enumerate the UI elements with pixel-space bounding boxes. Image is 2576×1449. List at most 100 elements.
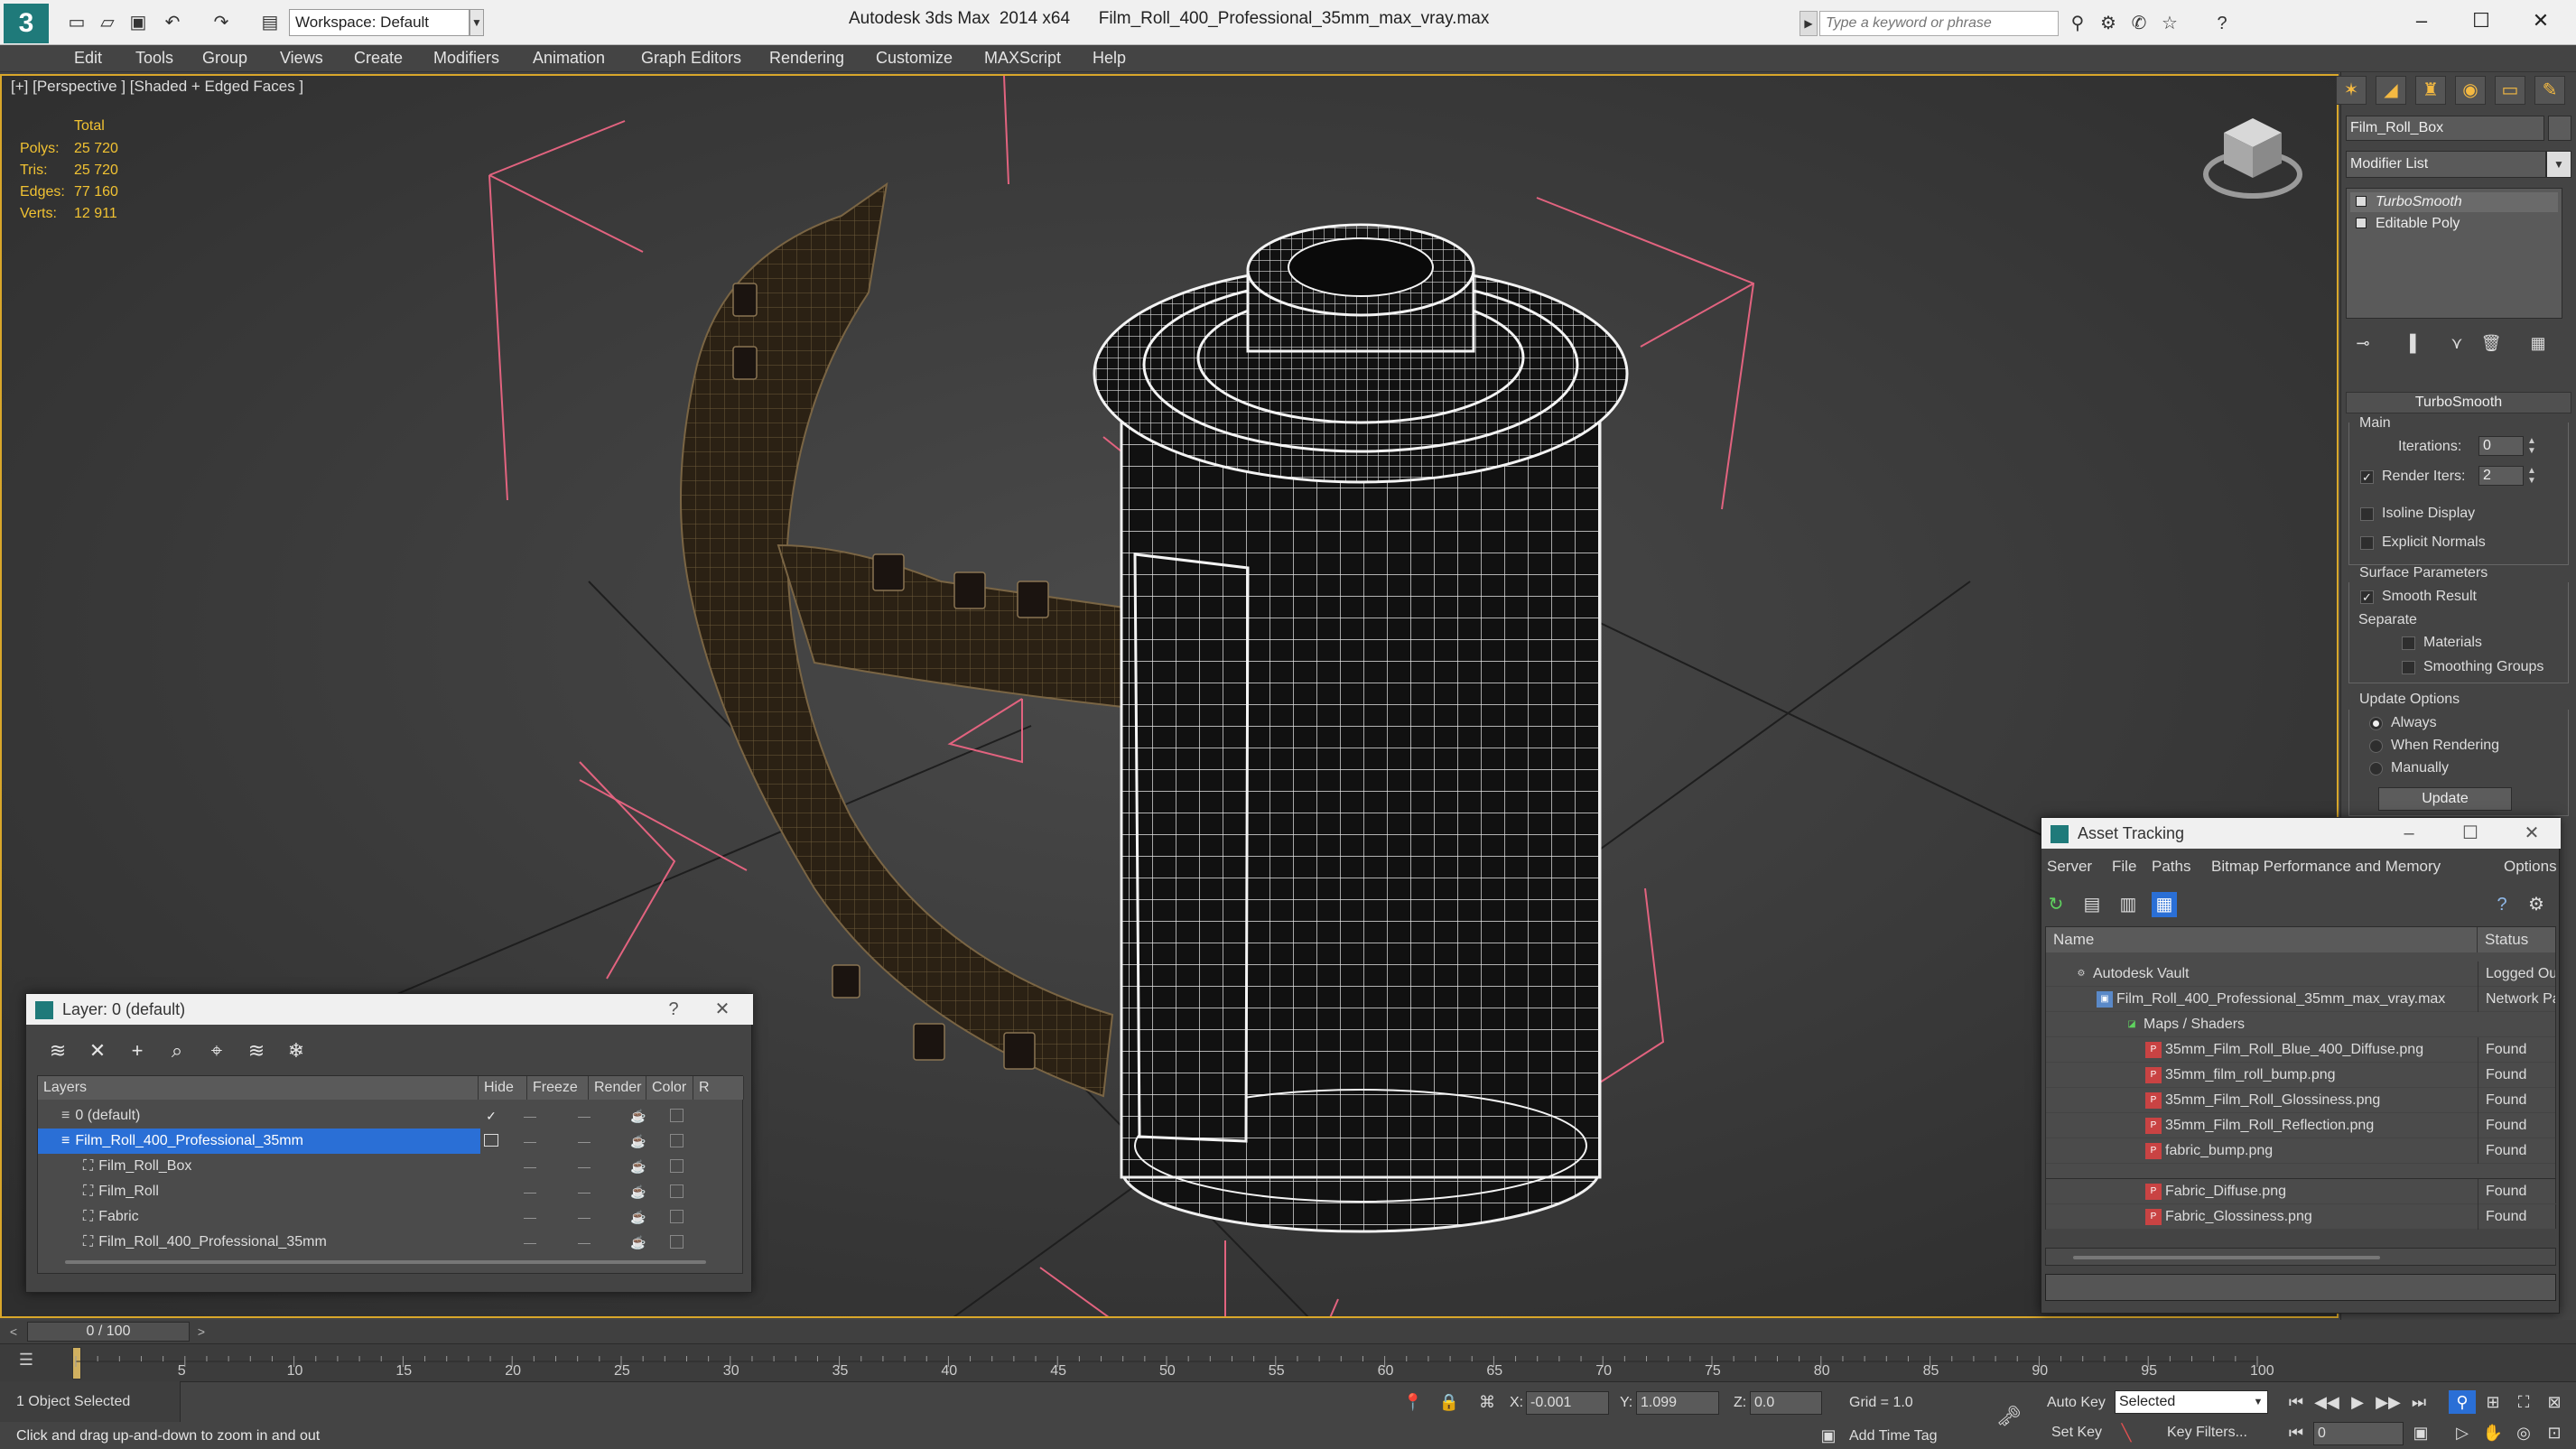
modifier-list-arrow-icon[interactable]: ▼ [2546, 151, 2571, 178]
object-name[interactable]: ⛶ Fabric [38, 1204, 480, 1230]
asset-close-button[interactable]: ✕ [2518, 822, 2545, 845]
redo-icon[interactable]: ↷ [209, 11, 233, 34]
object-color-swatch[interactable] [670, 1159, 684, 1173]
freeze-toggle[interactable]: — [571, 1230, 598, 1255]
asset-menu-file[interactable]: File [2112, 858, 2136, 876]
add-time-tag-icon[interactable]: ▣ [1815, 1424, 1842, 1447]
asset-row[interactable]: P 35mm_Film_Roll_Reflection.png Found [2046, 1113, 2555, 1138]
asset-minimize-button[interactable]: – [2395, 822, 2423, 845]
menu-graph-editors[interactable]: Graph Editors [641, 49, 741, 68]
selection-set-dropdown[interactable]: Selected [2115, 1390, 2268, 1414]
layer-row[interactable]: ⛶ Fabric — — ☕ [38, 1204, 742, 1230]
subscription-icon[interactable]: ⚙ [2097, 12, 2120, 35]
render-iters-spinner-arrows-icon[interactable]: ▲ ▼ [2525, 466, 2538, 486]
orbit-icon[interactable]: ◎ [2510, 1421, 2537, 1444]
layer-color-swatch[interactable] [670, 1134, 684, 1147]
menu-group[interactable]: Group [202, 49, 247, 68]
layer-horizontal-scrollbar[interactable] [65, 1260, 706, 1264]
help-icon[interactable]: ? [2210, 12, 2234, 35]
delete-layer-icon[interactable]: ✕ [84, 1037, 111, 1064]
asset-horizontal-scrollbar[interactable] [2073, 1256, 2380, 1259]
menu-create[interactable]: Create [354, 49, 403, 68]
freeze-unfreeze-all-layers-icon[interactable]: ❄ [283, 1037, 310, 1064]
freeze-toggle[interactable]: — [571, 1204, 598, 1230]
col-layers[interactable]: Layers [38, 1076, 479, 1100]
time-slider-next-icon[interactable]: > [191, 1322, 211, 1342]
hide-toggle[interactable]: — [516, 1179, 544, 1204]
active-layer-check-icon[interactable]: ✓ [480, 1103, 502, 1129]
menu-animation[interactable]: Animation [533, 49, 605, 68]
hide-toggle[interactable]: — [516, 1154, 544, 1179]
pan-view-icon[interactable]: ✋ [2479, 1421, 2506, 1444]
time-slider[interactable]: 0 / 100 [27, 1322, 190, 1342]
set-key-key-icon[interactable]: 🗝 [1995, 1405, 2023, 1428]
workspace-dropdown-arrow-icon[interactable]: ▼ [470, 9, 484, 36]
asset-path-field[interactable] [2045, 1274, 2556, 1301]
menu-edit[interactable]: Edit [74, 49, 102, 68]
zoom-all-icon[interactable]: ⊞ [2479, 1390, 2506, 1414]
hide-toggle[interactable]: — [516, 1230, 544, 1255]
auto-key-button[interactable]: Auto Key [2047, 1395, 2106, 1411]
selection-lock-icon[interactable]: 🔒 [1436, 1390, 1463, 1414]
table-view-icon[interactable]: ▦ [2152, 892, 2177, 917]
isoline-display-checkbox[interactable] [2360, 507, 2374, 521]
col-render[interactable]: Render [589, 1076, 646, 1100]
iterations-spinner-arrows-icon[interactable]: ▲ ▼ [2525, 436, 2538, 456]
display-tab-icon[interactable]: ▭ [2495, 76, 2525, 105]
favorites-star-icon[interactable]: ☆ [2158, 12, 2181, 35]
selection-set-arrow-icon[interactable]: ▼ [2250, 1392, 2266, 1412]
col-hide[interactable]: Hide [479, 1076, 527, 1100]
hide-toggle[interactable]: — [516, 1103, 544, 1129]
close-button[interactable]: ✕ [2514, 5, 2568, 36]
add-time-tag-button[interactable]: Add Time Tag [1849, 1428, 1938, 1444]
layer-row[interactable]: ≡ 0 (default) ✓ — — ☕ [38, 1103, 742, 1129]
object-name-field[interactable]: Film_Roll_Box [2346, 116, 2544, 141]
render-teapot-icon[interactable]: ☕ [625, 1179, 652, 1204]
highlight-selected-layer-icon[interactable]: ⌖ [203, 1037, 230, 1064]
x-coord-field[interactable]: -0.001 [1526, 1391, 1609, 1415]
asset-row[interactable]: ⚙ Autodesk Vault Logged Out [2046, 961, 2555, 987]
asset-maximize-button[interactable]: ☐ [2457, 822, 2484, 845]
object-color-swatch[interactable] [670, 1210, 684, 1223]
z-coord-field[interactable]: 0.0 [1750, 1391, 1822, 1415]
show-end-result-icon[interactable]: ▐ [2397, 330, 2423, 356]
make-unique-icon[interactable]: ⋎ [2444, 330, 2469, 356]
modifier-list-dropdown[interactable]: Modifier List [2346, 151, 2546, 178]
workspace-dropdown[interactable]: Workspace: Default [289, 9, 470, 36]
layer-color-swatch[interactable] [670, 1109, 684, 1122]
layer-row[interactable]: ⛶ Film_Roll_Box — — ☕ [38, 1154, 742, 1179]
asset-settings-icon[interactable]: ⚙ [2524, 892, 2549, 917]
menu-customize[interactable]: Customize [876, 49, 953, 68]
binoculars-icon[interactable]: ⚲ [2066, 12, 2089, 35]
project-icon[interactable]: ▤ [258, 11, 282, 34]
menu-views[interactable]: Views [280, 49, 323, 68]
render-teapot-icon[interactable]: ☕ [625, 1129, 652, 1154]
hierarchy-tab-icon[interactable]: ♜ [2415, 76, 2446, 105]
render-teapot-icon[interactable]: ☕ [625, 1103, 652, 1129]
go-to-start-icon[interactable]: ⏮ [2283, 1390, 2310, 1414]
smoothing-groups-checkbox[interactable] [2402, 661, 2415, 674]
current-frame-field[interactable]: 0 [2313, 1422, 2404, 1445]
go-to-end-icon[interactable]: ⏭ [2405, 1390, 2432, 1414]
zoom-extents-icon[interactable]: ⛶ [2510, 1390, 2537, 1414]
freeze-toggle[interactable]: — [571, 1154, 598, 1179]
when-rendering-radio[interactable] [2369, 739, 2383, 753]
update-button[interactable]: Update [2378, 787, 2512, 811]
zoom-icon[interactable]: ⚲ [2449, 1390, 2476, 1414]
layer-name[interactable]: ≡ Film_Roll_400_Professional_35mm [38, 1129, 480, 1154]
iterations-spinner[interactable]: 0 [2478, 436, 2524, 456]
asset-row[interactable]: Pfabric_bump.png Found [2046, 1138, 2555, 1164]
create-tab-icon[interactable]: ✶ [2336, 76, 2367, 105]
object-name[interactable]: ⛶ Film_Roll [38, 1179, 480, 1204]
freeze-toggle[interactable]: — [571, 1129, 598, 1154]
open-file-icon[interactable]: ▱ [96, 11, 119, 34]
hide-toggle[interactable]: — [516, 1204, 544, 1230]
set-key-button[interactable]: Set Key [2051, 1425, 2102, 1441]
play-icon[interactable]: ▶ [2344, 1390, 2371, 1414]
col-status[interactable]: Status [2478, 927, 2555, 952]
maximize-viewport-icon[interactable]: ⊡ [2541, 1421, 2568, 1444]
layer-row[interactable]: ⛶ Film_Roll — — ☕ [38, 1179, 742, 1204]
asset-menu-bitmap-performance[interactable]: Bitmap Performance and Memory [2211, 858, 2441, 876]
absolute-mode-icon[interactable]: ⌘ [1474, 1390, 1501, 1414]
asset-row[interactable]: ▣ Film_Roll_400_Professional_35mm_max_vra… [2046, 987, 2555, 1012]
